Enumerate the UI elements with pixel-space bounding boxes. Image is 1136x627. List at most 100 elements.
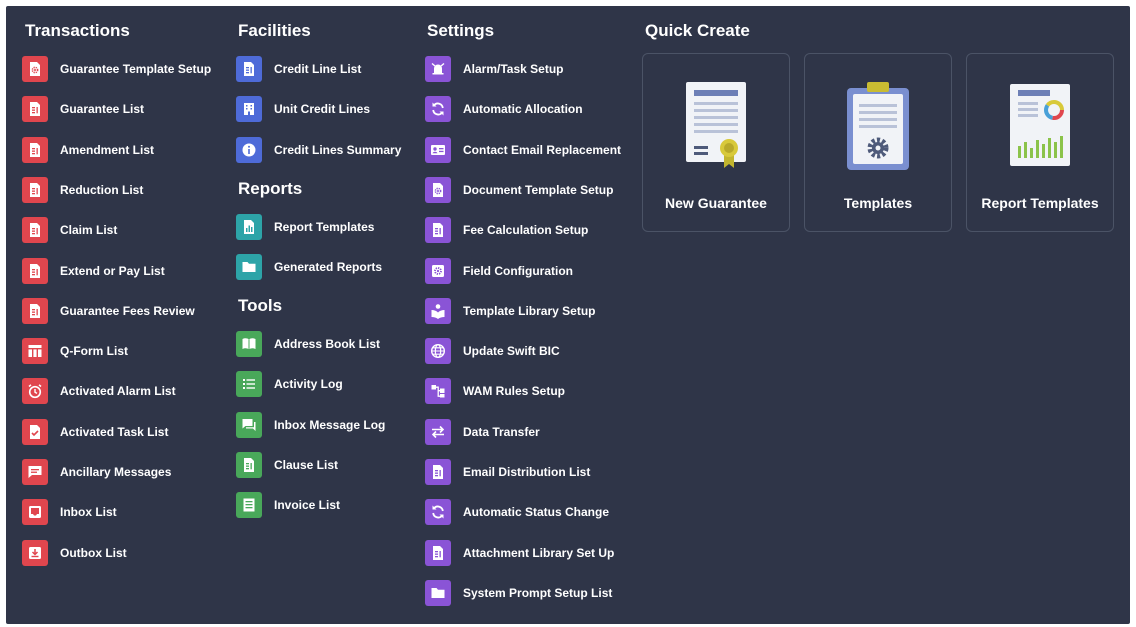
menu-item-label: Outbox List [60,545,127,560]
book-icon [236,331,262,357]
menu-item-label: Guarantee Template Setup [60,62,212,76]
menu-item-guarantee-template-setup[interactable]: Guarantee Template Setup [22,56,211,82]
outbox-icon [22,539,48,566]
refresh-icon [425,499,451,526]
menu-item-label: Template Library Setup [463,303,596,318]
menu-item-generated-reports[interactable]: Generated Reports [236,254,383,281]
document-icon [22,297,48,324]
menu-item-label: Reduction List [60,182,144,197]
menu-item-contact-email-replacement[interactable]: Contact Email Replacement [425,136,622,163]
document-icon [425,459,451,485]
menu-item-email-distribution-list[interactable]: Email Distribution List [425,459,590,485]
menu-item-label: Field Configuration [463,263,573,278]
menu-item-system-prompt-setup-list[interactable]: System Prompt Setup List [425,579,612,606]
flow-icon [425,378,451,405]
tools-title: Tools [238,296,283,315]
menu-item-label: Guarantee Fees Review [60,303,195,318]
templates-label: Templates [843,195,913,211]
message-icon [22,459,48,485]
menu-item-field-configuration[interactable]: Field Configuration [425,257,573,284]
menu-item-label: Q-Form List [60,344,128,359]
chat-icon [236,411,262,438]
menu-item-clause-list[interactable]: Clause List [236,451,338,478]
list-icon [236,371,262,398]
certificate-icon [643,80,789,168]
menu-item-label: Unit Credit Lines [274,102,371,117]
menu-item-credit-line-list[interactable]: Credit Line List [236,56,361,82]
inbox-icon [22,499,48,526]
menu-item-label: Credit Line List [274,62,362,76]
menu-item-label: Report Templates [274,220,375,234]
menu-item-label: Email Distribution List [463,465,591,479]
menu-item-activated-alarm-list[interactable]: Activated Alarm List [22,378,176,405]
menu-item-automatic-allocation[interactable]: Automatic Allocation [425,96,583,123]
menu-item-label: WAM Rules Setup [463,384,566,399]
folder-icon [425,579,451,606]
settings-title: Settings [427,21,495,40]
menu-item-fee-calculation-setup[interactable]: Fee Calculation Setup [425,217,589,244]
navigation-panel: Transactions Facilities Reports Tools Se… [6,6,1130,624]
menu-item-ancillary-messages[interactable]: Ancillary Messages [22,459,171,485]
menu-item-document-template-setup[interactable]: Document Template Setup [425,176,613,203]
menu-item-template-library-setup[interactable]: Template Library Setup [425,297,596,324]
report-templates-card[interactable]: Report Templates [966,53,1114,232]
menu-item-claim-list[interactable]: Claim List [22,217,117,244]
document-icon [425,217,451,244]
menu-item-label: Alarm/Task Setup [463,62,564,76]
menu-item-label: Credit Lines Summary [274,142,402,157]
menu-item-label: Activated Alarm List [60,384,176,399]
menu-item-activity-log[interactable]: Activity Log [236,371,343,398]
menu-item-wam-rules-setup[interactable]: WAM Rules Setup [425,378,566,405]
menu-item-label: Amendment List [60,142,155,157]
new-guarantee-card[interactable]: New Guarantee [642,53,790,232]
menu-item-automatic-status-change[interactable]: Automatic Status Change [425,499,610,526]
menu-item-label: Fee Calculation Setup [463,223,589,238]
menu-item-inbox-message-log[interactable]: Inbox Message Log [236,411,385,438]
doc-check-icon [22,418,48,445]
refresh-icon [425,96,451,123]
menu-item-data-transfer[interactable]: Data Transfer [425,418,540,445]
menu-item-invoice-list[interactable]: Invoice List [236,492,341,519]
info-icon [236,136,262,163]
menu-item-update-swift-bic[interactable]: Update Swift BIC [425,338,560,365]
quick-create-title: Quick Create [645,21,750,40]
building-icon [236,96,262,123]
menu-item-guarantee-list[interactable]: Guarantee List [22,96,144,123]
document-icon [425,539,451,566]
menu-item-outbox-list[interactable]: Outbox List [22,539,127,566]
document-icon [236,56,262,82]
document-icon [22,136,48,163]
menu-item-q-form-list[interactable]: Q-Form List [22,338,128,365]
menu-item-alarm-task-setup[interactable]: Alarm/Task Setup [425,56,563,82]
document-icon [22,217,48,244]
menu-item-report-templates[interactable]: Report Templates [236,214,374,240]
document-icon [236,451,262,478]
menu-item-address-book-list[interactable]: Address Book List [236,331,380,357]
menu-item-label: Address Book List [274,337,381,351]
report-chart-icon [967,80,1113,168]
menu-item-label: Contact Email Replacement [463,142,622,157]
folder-icon [236,254,262,281]
menu-item-reduction-list[interactable]: Reduction List [22,176,144,203]
form-table-icon [22,338,48,365]
menu-item-inbox-list[interactable]: Inbox List [22,499,117,526]
gear-square-icon [425,257,451,284]
menu-item-credit-lines-summary[interactable]: Credit Lines Summary [236,136,402,163]
menu-item-label: Automatic Status Change [463,505,610,520]
menu-item-activated-task-list[interactable]: Activated Task List [22,418,168,445]
menu-item-extend-or-pay-list[interactable]: Extend or Pay List [22,257,165,284]
clipboard-gear-icon [805,80,951,172]
menu-item-attachment-library-set-up[interactable]: Attachment Library Set Up [425,539,614,566]
templates-card[interactable]: Templates [804,53,952,232]
reader-icon [425,297,451,324]
menu-item-label: Activity Log [274,377,343,392]
menu-item-label: Invoice List [274,498,341,513]
menu-item-unit-credit-lines[interactable]: Unit Credit Lines [236,96,371,123]
report-templates-label: Report Templates [981,195,1099,211]
transactions-title: Transactions [25,21,130,40]
alarm-clock-icon [22,378,48,405]
menu-item-label: Data Transfer [463,424,540,439]
menu-item-label: Generated Reports [274,260,383,275]
menu-item-guarantee-fees-review[interactable]: Guarantee Fees Review [22,297,195,324]
menu-item-amendment-list[interactable]: Amendment List [22,136,155,163]
